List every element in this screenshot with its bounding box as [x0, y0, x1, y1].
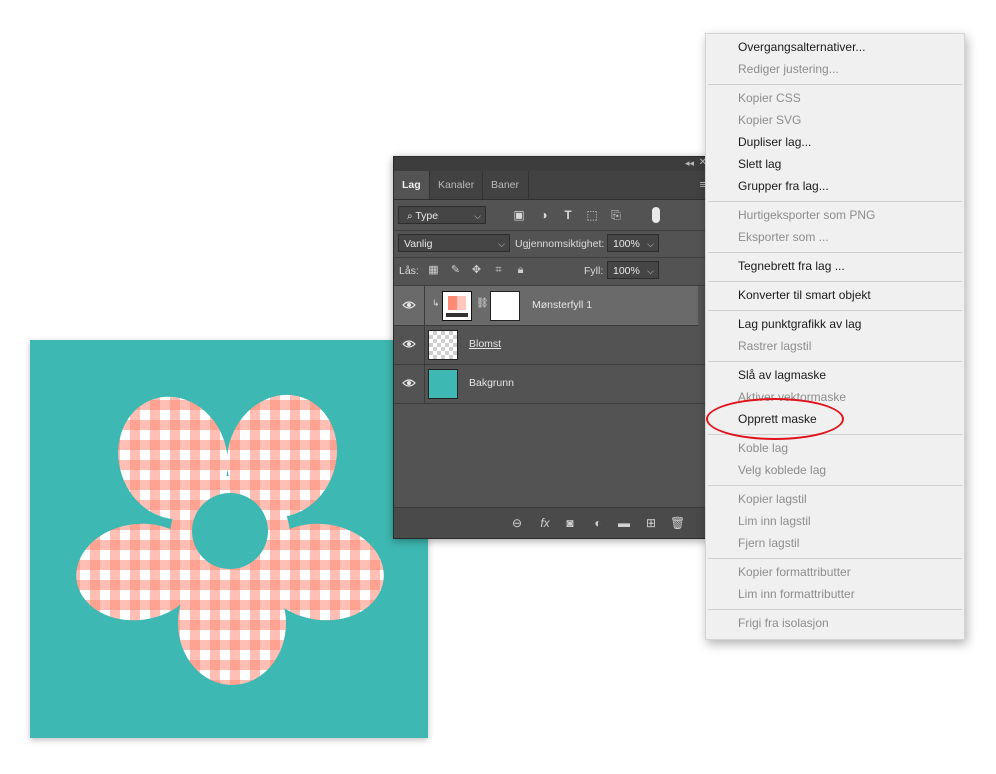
eye-icon[interactable] — [402, 339, 416, 349]
layer-mask-thumbnail[interactable] — [490, 291, 520, 321]
lock-all-icon[interactable]: 🔒︎ — [514, 264, 527, 277]
background-layer-thumbnail[interactable] — [428, 369, 458, 399]
menu-item-export-as[interactable]: Eksporter som ... — [738, 227, 829, 247]
menu-item-select-linked-layers[interactable]: Velg koblede lag — [738, 460, 826, 480]
menu-item-copy-css[interactable]: Kopier CSS — [738, 88, 801, 108]
highlight-annotation-ellipse — [706, 398, 844, 440]
tab-paths[interactable]: Baner — [483, 171, 527, 199]
new-group-icon[interactable]: ▬ — [617, 516, 631, 530]
panel-title-bar: ◂◂ ✕ — [394, 157, 710, 171]
menu-item-paste-layer-style[interactable]: Lim inn lagstil — [738, 511, 811, 531]
clipping-arrow-icon: ↳ — [432, 298, 440, 308]
type-filter-icon[interactable]: T — [561, 208, 575, 222]
eye-icon[interactable] — [402, 300, 416, 310]
lock-image-pixels-icon[interactable]: ✎ — [449, 264, 462, 277]
menu-item-release-from-isolation[interactable]: Frigi fra isolasjon — [738, 613, 829, 633]
menu-item-convert-to-smart-object[interactable]: Konverter til smart objekt — [738, 285, 871, 305]
menu-item-group-from-layers[interactable]: Grupper fra lag... — [738, 176, 829, 196]
menu-item-rasterize-layer-style[interactable]: Rastrer lagstil — [738, 336, 811, 356]
menu-item-delete-layer[interactable]: Slett lag — [738, 154, 781, 174]
menu-item-paste-shape-attributes[interactable]: Lim inn formattributter — [738, 584, 855, 604]
fx-icon[interactable]: fx — [538, 516, 552, 530]
link-layers-icon[interactable]: ⊖ — [510, 516, 524, 530]
menu-item-rasterize-layer[interactable]: Lag punktgrafikk av lag — [738, 314, 861, 334]
menu-item-quick-export-png[interactable]: Hurtigeksporter som PNG — [738, 205, 875, 225]
blend-opacity-row: Vanlig ⌵ Ugjennomsiktighet: 100% ⌵ — [394, 230, 710, 258]
menu-item-disable-layer-mask[interactable]: Slå av lagmaske — [738, 365, 826, 385]
panel-tab-bar: Lag Kanaler Baner ≡ — [394, 171, 710, 200]
blend-mode-dropdown[interactable]: Vanlig ⌵ — [398, 234, 510, 252]
layers-panel-footer: ⊖ fx ◙ ◐ ▬ ⊞ 🗑︎ — [394, 507, 710, 538]
filter-toggle-switch[interactable] — [652, 207, 660, 223]
layer-context-menu: Overgangsalternativer... Rediger justeri… — [705, 33, 965, 640]
menu-item-link-layers[interactable]: Koble lag — [738, 438, 788, 458]
fill-label: Fyll: — [584, 265, 604, 277]
menu-item-blending-options[interactable]: Overgangsalternativer... — [738, 37, 865, 57]
layer-row-pattern-fill[interactable]: ↳ ⛓ Mønsterfyll 1 — [394, 286, 698, 326]
menu-item-copy-svg[interactable]: Kopier SVG — [738, 110, 801, 130]
flower-artwork — [30, 340, 428, 738]
layer-filter-row: ⌕ Type ⌵ ▣ ◑ T ⬚ ⎘ — [394, 200, 710, 231]
pattern-fill-thumbnail[interactable] — [442, 291, 472, 321]
menu-item-clear-layer-style[interactable]: Fjern lagstil — [738, 533, 799, 553]
smart-object-filter-icon[interactable]: ⎘ — [609, 208, 623, 222]
menu-item-edit-adjustment[interactable]: Rediger justering... — [738, 59, 839, 79]
layers-panel: ◂◂ ✕ Lag Kanaler Baner ≡ ⌕ Type ⌵ ▣ ◑ T … — [393, 156, 711, 539]
layer-row-flower[interactable]: Blomst — [394, 325, 710, 365]
new-layer-icon[interactable]: ⊞ — [644, 516, 658, 530]
eye-icon[interactable] — [402, 378, 416, 388]
chevron-down-icon: ⌵ — [474, 211, 481, 221]
menu-item-artboard-from-layers[interactable]: Tegnebrett fra lag ... — [738, 256, 845, 276]
chevron-down-icon: ⌵ — [647, 239, 654, 249]
layer-name[interactable]: Mønsterfyll 1 — [532, 299, 592, 311]
fill-input[interactable]: 100% ⌵ — [607, 261, 659, 279]
add-mask-icon[interactable]: ◙ — [563, 516, 577, 530]
trash-icon[interactable]: 🗑︎ — [670, 516, 685, 530]
lock-position-icon[interactable]: ✥ — [470, 264, 483, 277]
opacity-input[interactable]: 100% ⌵ — [607, 234, 659, 252]
chevron-down-icon: ⌵ — [647, 266, 654, 276]
layer-name[interactable]: Blomst — [469, 338, 501, 350]
menu-item-copy-layer-style[interactable]: Kopier lagstil — [738, 489, 807, 509]
collapse-icon[interactable]: ◂◂ — [685, 158, 694, 169]
layer-row-background[interactable]: Bakgrunn — [394, 364, 710, 404]
menu-item-duplicate-layer[interactable]: Dupliser lag... — [738, 132, 811, 152]
blend-mode-value: Vanlig — [404, 238, 433, 250]
chevron-down-icon: ⌵ — [498, 239, 505, 249]
document-canvas[interactable] — [30, 340, 428, 738]
tab-channels[interactable]: Kanaler — [430, 171, 482, 199]
search-icon: ⌕ — [407, 211, 413, 222]
lock-transparent-pixels-icon[interactable]: ▦ — [427, 264, 440, 277]
new-adjustment-layer-icon[interactable]: ◐ — [591, 516, 605, 530]
lock-fill-row: Lås: ▦ ✎ ✥ ⌗ 🔒︎ Fyll: 100% ⌵ — [394, 257, 710, 286]
filter-kind-label: Type — [415, 210, 439, 222]
tab-layers[interactable]: Lag — [394, 171, 429, 199]
link-icon[interactable]: ⛓ — [476, 298, 489, 309]
opacity-label: Ugjennomsiktighet: — [515, 238, 605, 250]
flower-layer-thumbnail[interactable] — [428, 330, 458, 360]
fill-value: 100% — [613, 265, 640, 277]
opacity-value: 100% — [613, 238, 640, 250]
shape-filter-icon[interactable]: ⬚ — [585, 208, 599, 222]
lock-label: Lås: — [399, 265, 419, 277]
prevent-autonest-icon[interactable]: ⌗ — [492, 264, 505, 277]
image-filter-icon[interactable]: ▣ — [512, 208, 526, 222]
adjustment-filter-icon[interactable]: ◑ — [537, 208, 551, 222]
filter-kind-dropdown[interactable]: ⌕ Type ⌵ — [398, 206, 486, 224]
layer-name[interactable]: Bakgrunn — [469, 377, 514, 389]
menu-item-copy-shape-attributes[interactable]: Kopier formattributter — [738, 562, 851, 582]
